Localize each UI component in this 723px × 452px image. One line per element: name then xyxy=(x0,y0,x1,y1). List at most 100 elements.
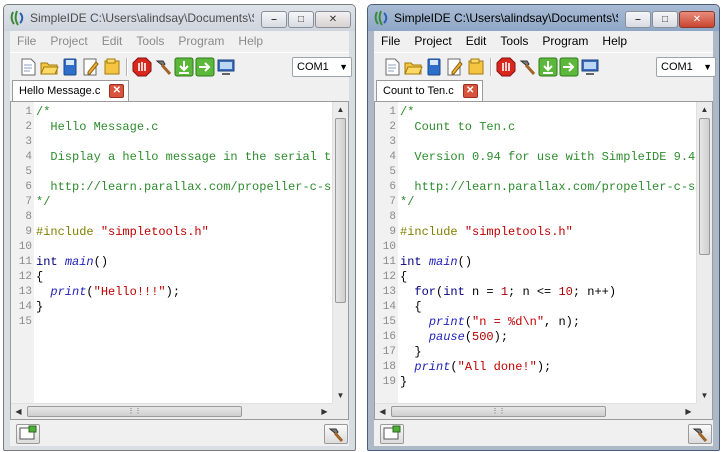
line-number: 11 xyxy=(18,256,32,268)
run-with-terminal-icon[interactable] xyxy=(216,57,236,77)
load-ram-icon[interactable] xyxy=(174,57,194,77)
port-select[interactable]: COM1 ▼ xyxy=(656,57,716,77)
code-line: */ xyxy=(36,195,51,209)
port-select[interactable]: COM1 ▼ xyxy=(292,57,352,77)
close-icon: ✕ xyxy=(692,14,702,25)
open-project-icon[interactable] xyxy=(39,57,59,77)
project-view-button[interactable] xyxy=(16,424,40,444)
maximize-button[interactable]: □ xyxy=(288,11,314,28)
project-view-button[interactable] xyxy=(380,424,404,444)
menu-edit[interactable]: Edit xyxy=(459,31,494,52)
menu-program[interactable]: Program xyxy=(171,31,231,52)
build-hammer-icon[interactable] xyxy=(153,57,173,77)
tab-count-to-ten[interactable]: Count to Ten.c ✕ xyxy=(376,80,483,102)
line-number: 5 xyxy=(389,166,396,178)
scroll-up-icon[interactable]: ▲ xyxy=(333,102,348,117)
code-text[interactable]: /* Count to Ten.c Version 0.94 for use w… xyxy=(400,102,696,403)
scroll-right-icon[interactable]: ▶ xyxy=(317,404,332,419)
load-eeprom-icon[interactable] xyxy=(559,57,579,77)
line-number: 17 xyxy=(382,346,396,358)
menu-file[interactable]: File xyxy=(10,31,43,52)
build-hammer-icon[interactable] xyxy=(517,57,537,77)
simpleide-window-count: SimpleIDE C:\Users\alindsay\Documents\Si… xyxy=(367,4,720,451)
save-project-icon[interactable] xyxy=(424,57,444,77)
minimize-icon: ⎯ xyxy=(271,14,277,25)
menu-project[interactable]: Project xyxy=(407,31,458,52)
scroll-left-icon[interactable]: ◀ xyxy=(11,404,26,419)
scroll-thumb[interactable]: ⋮⋮ xyxy=(391,406,606,417)
code-text[interactable]: /* Hello Message.c Display a hello messa… xyxy=(36,102,332,403)
open-folder-icon[interactable] xyxy=(466,57,486,77)
menu-file[interactable]: File xyxy=(374,31,407,52)
build-status-button[interactable] xyxy=(688,424,712,444)
close-button[interactable]: ✕ xyxy=(679,11,715,28)
tab-close-icon[interactable]: ✕ xyxy=(109,84,125,98)
save-project-icon[interactable] xyxy=(60,57,80,77)
code-editor[interactable]: 1 2 3 4 5 6 7 8 9 10 11 12 13 14 15 16 1… xyxy=(374,101,713,420)
line-number: 8 xyxy=(25,211,32,223)
menu-project[interactable]: Project xyxy=(43,31,94,52)
line-number: 13 xyxy=(18,286,32,298)
line-number: 8 xyxy=(389,211,396,223)
code-token: 1 xyxy=(500,285,509,299)
code-token: "All done!" xyxy=(457,360,537,374)
scroll-thumb[interactable] xyxy=(335,118,346,303)
title-bar[interactable]: SimpleIDE C:\Users\alindsay\Documents\Si… xyxy=(4,5,355,31)
toolbar-separator xyxy=(490,58,492,76)
tab-hello-message[interactable]: Hello Message.c ✕ xyxy=(12,80,130,102)
menu-tools[interactable]: Tools xyxy=(129,31,171,52)
minimize-button[interactable]: ⎯ xyxy=(261,11,287,28)
project-options-icon[interactable] xyxy=(81,57,101,77)
vertical-scrollbar[interactable]: ▲ ▼ xyxy=(332,102,348,403)
code-token: #include xyxy=(400,225,458,239)
menu-tools[interactable]: Tools xyxy=(493,31,535,52)
code-token: ; n <= xyxy=(508,285,559,299)
code-token: int xyxy=(36,255,58,269)
line-number: 1 xyxy=(25,106,32,118)
open-folder-icon[interactable] xyxy=(102,57,122,77)
menu-help[interactable]: Help xyxy=(231,31,270,52)
simpleide-window-hello: SimpleIDE C:\Users\alindsay\Documents\Si… xyxy=(3,4,356,451)
run-with-terminal-icon[interactable] xyxy=(580,57,600,77)
line-number: 7 xyxy=(389,196,396,208)
horizontal-scrollbar[interactable]: ◀ ⋮⋮ ▶ xyxy=(375,403,696,419)
open-project-icon[interactable] xyxy=(403,57,423,77)
code-line: print("All done!"); xyxy=(414,360,552,374)
vertical-scrollbar[interactable]: ▲ ▼ xyxy=(696,102,712,403)
code-line: /* xyxy=(36,105,51,119)
code-line: #include "simpletools.h" xyxy=(400,225,573,240)
scroll-right-icon[interactable]: ▶ xyxy=(681,404,696,419)
load-ram-icon[interactable] xyxy=(538,57,558,77)
build-status-icon xyxy=(328,428,344,442)
stop-icon[interactable] xyxy=(496,57,516,77)
chevron-down-icon: ▼ xyxy=(339,62,348,72)
close-button[interactable]: ✕ xyxy=(315,11,351,28)
scroll-down-icon[interactable]: ▼ xyxy=(697,388,712,403)
scroll-thumb[interactable]: ⋮⋮ xyxy=(27,406,242,417)
new-project-icon[interactable] xyxy=(382,57,402,77)
scroll-left-icon[interactable]: ◀ xyxy=(375,404,390,419)
code-token: ; n++) xyxy=(572,285,617,299)
code-line: print("Hello!!!"); xyxy=(50,285,181,299)
tab-close-icon[interactable]: ✕ xyxy=(462,84,478,98)
maximize-button[interactable]: □ xyxy=(652,11,678,28)
port-select-value: COM1 xyxy=(661,61,693,73)
horizontal-scrollbar[interactable]: ◀ ⋮⋮ ▶ xyxy=(11,403,332,419)
scroll-up-icon[interactable]: ▲ xyxy=(697,102,712,117)
menu-edit[interactable]: Edit xyxy=(95,31,130,52)
menu-help[interactable]: Help xyxy=(595,31,634,52)
scroll-down-icon[interactable]: ▼ xyxy=(333,388,348,403)
line-number: 3 xyxy=(25,136,32,148)
code-token: ); xyxy=(536,360,552,374)
new-project-icon[interactable] xyxy=(18,57,38,77)
code-editor[interactable]: 1 2 3 4 5 6 7 8 9 10 11 12 13 14 15 /* H… xyxy=(10,101,349,420)
title-bar[interactable]: SimpleIDE C:\Users\alindsay\Documents\Si… xyxy=(368,5,719,31)
minimize-button[interactable]: ⎯ xyxy=(625,11,651,28)
menu-program[interactable]: Program xyxy=(535,31,595,52)
stop-icon[interactable] xyxy=(132,57,152,77)
scroll-thumb[interactable] xyxy=(699,118,710,255)
build-status-button[interactable] xyxy=(324,424,348,444)
project-options-icon[interactable] xyxy=(445,57,465,77)
load-eeprom-icon[interactable] xyxy=(195,57,215,77)
code-token: pause xyxy=(428,330,465,344)
